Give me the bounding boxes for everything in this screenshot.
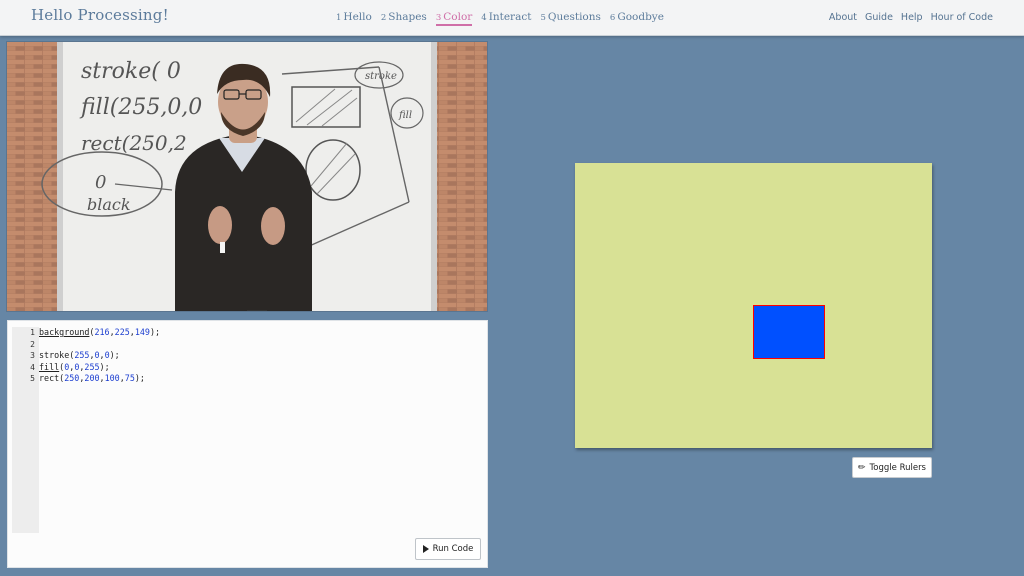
code-number: 75 <box>124 373 135 383</box>
lesson-link-hello[interactable]: 1 Hello <box>336 11 372 26</box>
lesson-link-goodbye[interactable]: 6 Goodbye <box>610 11 664 26</box>
code-function: fill <box>39 361 60 372</box>
run-code-label: Run Code <box>432 544 474 554</box>
code-number: 225 <box>114 327 130 337</box>
line-number-gutter: 1 2 3 4 5 <box>12 327 39 533</box>
code-number: 255 <box>84 361 100 372</box>
code-function: stroke <box>39 350 70 360</box>
code-number: 250 <box>64 373 80 383</box>
play-icon <box>422 545 429 553</box>
line-number: 1 <box>30 328 35 337</box>
lesson-link-interact[interactable]: 4 Interact <box>481 11 531 26</box>
code-editor[interactable]: 1 2 3 4 5 background(216,225,149); strok… <box>7 320 488 568</box>
board-text-zero: 0 <box>95 172 106 193</box>
code-area[interactable]: background(216,225,149); stroke(255,0,0)… <box>39 327 160 385</box>
site-title[interactable]: Hello Processing! <box>31 6 169 24</box>
sketch-rectangle <box>753 305 825 359</box>
line-number: 5 <box>30 374 35 383</box>
lesson-video[interactable]: stroke( 0 fill(255,0,0 rect(250,2 0 blac… <box>6 41 488 312</box>
right-nav: About Guide Help Hour of Code <box>829 12 993 23</box>
run-code-button[interactable]: Run Code <box>415 538 481 560</box>
code-number: 100 <box>104 373 120 383</box>
board-text-fill: fill(255,0,0 <box>79 95 202 120</box>
nav-about[interactable]: About <box>829 12 857 23</box>
code-number: 0 <box>104 350 110 360</box>
lesson-link-shapes[interactable]: 2 Shapes <box>381 11 427 26</box>
code-number: 0 <box>64 361 70 372</box>
toggle-rulers-button[interactable]: ✏ Toggle Rulers <box>852 457 932 478</box>
code-line[interactable] <box>39 339 160 351</box>
code-number: 0 <box>94 350 100 360</box>
nav-help[interactable]: Help <box>901 12 923 23</box>
code-line[interactable]: stroke(255,0,0); <box>39 350 160 362</box>
board-text-stroke: stroke( 0 <box>81 59 181 84</box>
top-header: Hello Processing! 1 Hello 2 Shapes 3 Color … <box>0 0 1024 36</box>
nav-hour-of-code[interactable]: Hour of Code <box>931 12 993 23</box>
lesson-link-color[interactable]: 3 Color <box>435 11 473 26</box>
code-function: background <box>39 327 90 337</box>
code-number: 255 <box>74 350 90 360</box>
line-number: 4 <box>30 362 35 372</box>
line-number: 2 <box>30 339 35 349</box>
sketch-canvas[interactable] <box>575 163 932 448</box>
lesson-nav: 1 Hello 2 Shapes 3 Color 4 Interact 5 Questio… <box>336 11 664 26</box>
code-line[interactable]: rect(250,200,100,75); <box>39 373 160 385</box>
code-number: 200 <box>84 373 100 383</box>
pencil-icon: ✏ <box>857 462 866 473</box>
board-text-black: black <box>87 195 131 214</box>
line-number: 3 <box>30 351 35 360</box>
video-frame: stroke( 0 fill(255,0,0 rect(250,2 0 blac… <box>7 42 487 311</box>
code-number: 216 <box>94 327 110 337</box>
code-line[interactable]: background(216,225,149); <box>39 327 160 339</box>
toggle-rulers-label: Toggle Rulers <box>869 462 926 473</box>
lesson-link-questions[interactable]: 5 Questions <box>540 11 600 26</box>
code-line[interactable]: fill(0,0,255); <box>39 362 160 374</box>
code-number: 149 <box>134 327 150 337</box>
code-function: rect <box>39 373 60 383</box>
nav-guide[interactable]: Guide <box>865 12 893 23</box>
board-text-fill-label: fill <box>398 110 412 121</box>
code-number: 0 <box>74 361 80 372</box>
